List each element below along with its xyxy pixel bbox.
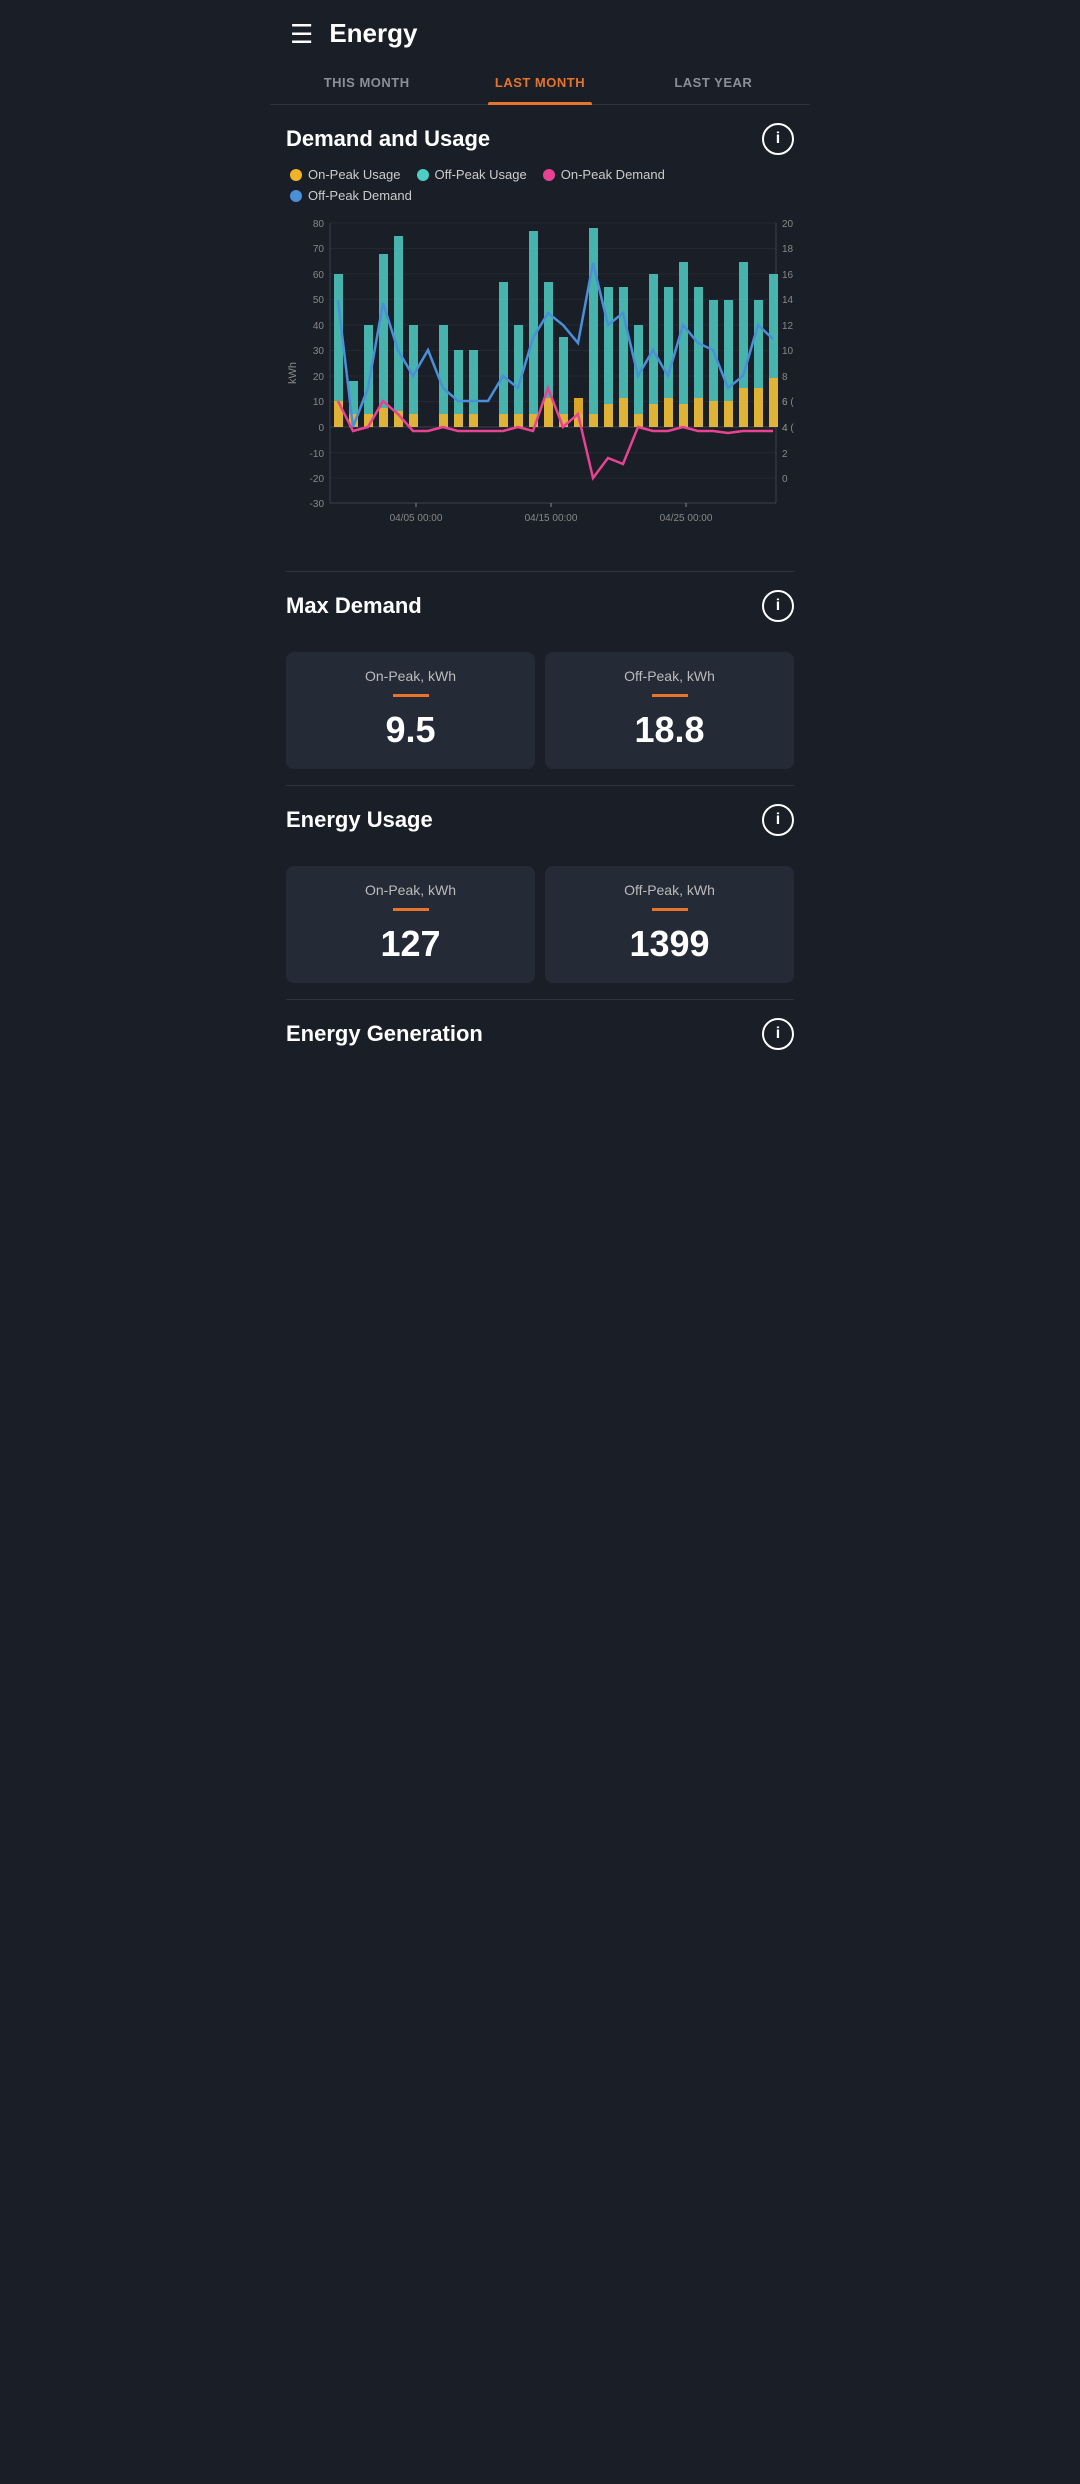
svg-text:16: 16 — [782, 270, 794, 281]
svg-text:0: 0 — [318, 423, 324, 434]
svg-text:50: 50 — [313, 295, 325, 306]
max-demand-info-icon[interactable]: i — [762, 590, 794, 622]
svg-text:0: 0 — [782, 474, 788, 485]
legend-dot-off-peak-usage — [417, 169, 429, 181]
demand-usage-info-icon[interactable]: i — [762, 123, 794, 155]
svg-text:6: 6 — [782, 397, 788, 408]
max-demand-off-peak-label: Off-Peak, kWh — [559, 668, 780, 684]
demand-usage-section: Demand and Usage i On-Peak Usage Off-Pea… — [270, 105, 810, 571]
max-demand-header: Max Demand i — [286, 590, 794, 622]
energy-usage-off-peak-label: Off-Peak, kWh — [559, 882, 780, 898]
max-demand-off-peak-card: Off-Peak, kWh 18.8 — [545, 652, 794, 769]
svg-text:14: 14 — [782, 295, 794, 306]
legend-off-peak-usage: Off-Peak Usage — [417, 167, 527, 182]
demand-usage-chart: 80 70 60 50 40 30 20 10 0 -10 -20 -30 kW… — [286, 213, 794, 553]
energy-usage-off-peak-divider — [652, 908, 688, 911]
energy-usage-cards: On-Peak, kWh 127 Off-Peak, kWh 1399 — [270, 858, 810, 999]
svg-text:80: 80 — [313, 219, 325, 230]
legend-label-on-peak-usage: On-Peak Usage — [308, 167, 401, 182]
max-demand-off-peak-divider — [652, 694, 688, 697]
svg-text:-30: -30 — [310, 499, 325, 510]
svg-text:40: 40 — [313, 321, 325, 332]
svg-text:10: 10 — [782, 346, 794, 357]
energy-generation-title: Energy Generation — [286, 1021, 483, 1047]
energy-usage-off-peak-card: Off-Peak, kWh 1399 — [545, 866, 794, 983]
max-demand-off-peak-value: 18.8 — [559, 709, 780, 751]
energy-usage-on-peak-card: On-Peak, kWh 127 — [286, 866, 535, 983]
energy-generation-info-icon[interactable]: i — [762, 1018, 794, 1050]
max-demand-section: Max Demand i — [270, 572, 810, 644]
svg-text:2: 2 — [782, 449, 788, 460]
legend-on-peak-usage: On-Peak Usage — [290, 167, 401, 182]
svg-text:70: 70 — [313, 244, 325, 255]
page-title: Energy — [329, 18, 417, 49]
max-demand-cards: On-Peak, kWh 9.5 Off-Peak, kWh 18.8 — [270, 644, 810, 785]
demand-usage-header: Demand and Usage i — [286, 123, 794, 155]
svg-text:20: 20 — [313, 372, 325, 383]
max-demand-title: Max Demand — [286, 593, 422, 619]
max-demand-on-peak-divider — [393, 694, 429, 697]
svg-text:-20: -20 — [310, 474, 325, 485]
energy-generation-section: Energy Generation i — [270, 1000, 810, 1072]
energy-usage-on-peak-value: 127 — [300, 923, 521, 965]
svg-text:18: 18 — [782, 244, 794, 255]
svg-text:4: 4 — [782, 423, 788, 434]
legend-label-off-peak-usage: Off-Peak Usage — [435, 167, 527, 182]
svg-text:kWh: kWh — [287, 362, 299, 384]
demand-usage-title: Demand and Usage — [286, 126, 490, 152]
energy-generation-header: Energy Generation i — [286, 1018, 794, 1050]
energy-usage-on-peak-label: On-Peak, kWh — [300, 882, 521, 898]
svg-text:04/25 00:00: 04/25 00:00 — [660, 513, 713, 524]
chart-legend: On-Peak Usage Off-Peak Usage On-Peak Dem… — [286, 167, 794, 203]
tab-bar: THIS MONTH LAST MONTH LAST YEAR — [270, 61, 810, 105]
max-demand-on-peak-card: On-Peak, kWh 9.5 — [286, 652, 535, 769]
svg-text:10: 10 — [313, 397, 325, 408]
energy-usage-title: Energy Usage — [286, 807, 433, 833]
svg-text:30: 30 — [313, 346, 325, 357]
svg-text:-10: -10 — [310, 449, 325, 460]
tab-this-month[interactable]: THIS MONTH — [280, 61, 453, 104]
header: ☰ Energy — [270, 0, 810, 61]
energy-usage-info-icon[interactable]: i — [762, 804, 794, 836]
legend-label-off-peak-demand: Off-Peak Demand — [308, 188, 412, 203]
legend-on-peak-demand: On-Peak Demand — [543, 167, 665, 182]
legend-dot-on-peak-demand — [543, 169, 555, 181]
svg-text:8: 8 — [782, 372, 788, 383]
legend-dot-on-peak-usage — [290, 169, 302, 181]
max-demand-on-peak-label: On-Peak, kWh — [300, 668, 521, 684]
svg-text:12: 12 — [782, 321, 794, 332]
svg-text:04/05 00:00: 04/05 00:00 — [390, 513, 443, 524]
menu-icon[interactable]: ☰ — [290, 21, 313, 47]
chart-svg: 80 70 60 50 40 30 20 10 0 -10 -20 -30 kW… — [286, 213, 794, 553]
tab-last-month[interactable]: LAST MONTH — [453, 61, 626, 104]
svg-text:04/15 00:00: 04/15 00:00 — [525, 513, 578, 524]
energy-usage-on-peak-divider — [393, 908, 429, 911]
legend-off-peak-demand: Off-Peak Demand — [290, 188, 412, 203]
tab-last-year[interactable]: LAST YEAR — [627, 61, 800, 104]
legend-label-on-peak-demand: On-Peak Demand — [561, 167, 665, 182]
energy-usage-header: Energy Usage i — [286, 804, 794, 836]
svg-text:20: 20 — [782, 219, 794, 230]
legend-dot-off-peak-demand — [290, 190, 302, 202]
energy-usage-section: Energy Usage i — [270, 786, 810, 858]
svg-text:60: 60 — [313, 270, 325, 281]
energy-usage-off-peak-value: 1399 — [559, 923, 780, 965]
max-demand-on-peak-value: 9.5 — [300, 709, 521, 751]
